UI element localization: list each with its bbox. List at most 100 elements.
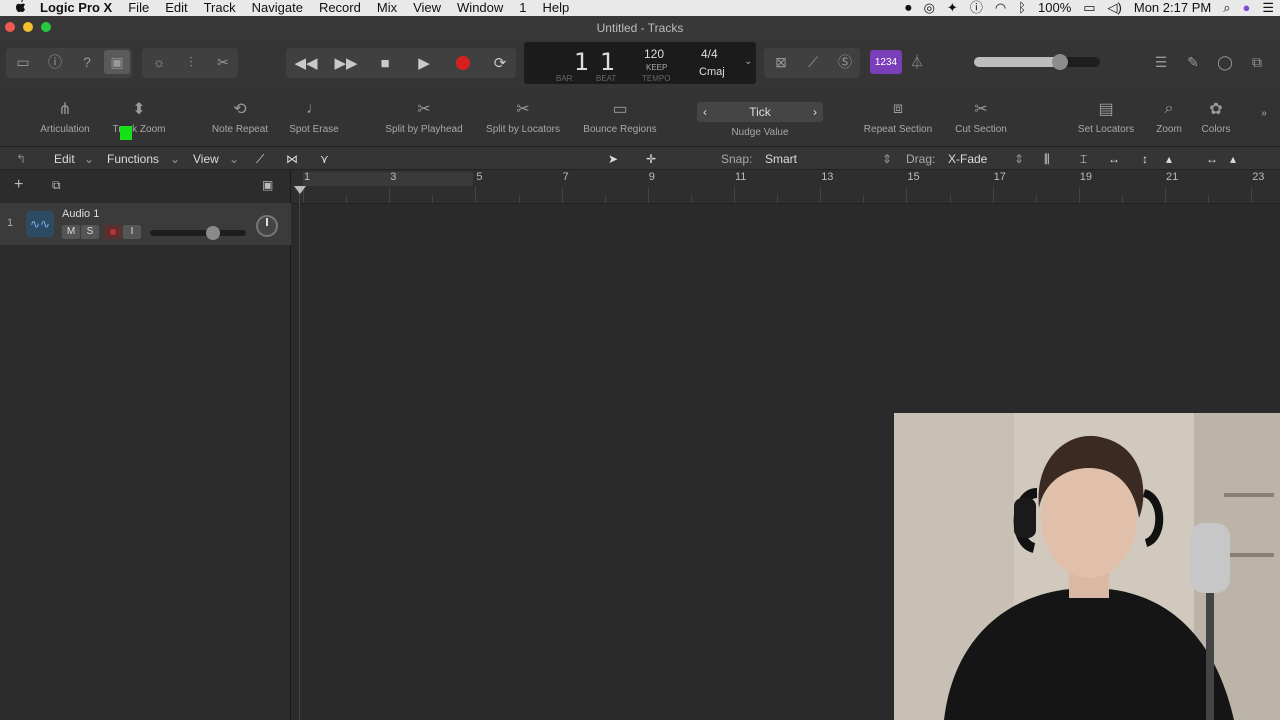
- tool-repeat-section[interactable]: ⧈ Repeat Section: [858, 94, 938, 135]
- playhead[interactable]: [299, 188, 300, 720]
- snap-value[interactable]: Smart: [765, 152, 797, 166]
- lcd-tempo-mode[interactable]: KEEP: [646, 63, 667, 72]
- waveform-zoom-icon[interactable]: ⫼: [1044, 152, 1050, 167]
- tool-track-zoom[interactable]: ⬍ Track Zoom: [108, 94, 170, 135]
- metronome-icon[interactable]: ⏃: [904, 50, 930, 74]
- count-in-button[interactable]: 1234: [870, 50, 902, 74]
- catch-icon[interactable]: ⋎: [320, 152, 329, 166]
- note-pads-icon[interactable]: ✎: [1180, 50, 1206, 74]
- back-arrow-icon[interactable]: ↰: [16, 152, 26, 166]
- cycle-button[interactable]: ⟳: [482, 49, 518, 77]
- toolbar-more-chevron-icon[interactable]: »: [1256, 108, 1272, 119]
- menu-1[interactable]: 1: [511, 0, 534, 16]
- record-button[interactable]: [445, 49, 481, 77]
- lcd-tempo[interactable]: 120: [644, 47, 664, 61]
- track-row[interactable]: 1 ∿∿ Audio 1 M S I: [0, 203, 291, 245]
- duplicate-track-icon[interactable]: ⧉: [52, 178, 61, 193]
- master-volume-slider[interactable]: [974, 54, 1100, 70]
- apple-icon[interactable]: [10, 0, 32, 16]
- creative-cloud-icon[interactable]: ◎: [918, 0, 941, 16]
- tool-spot-erase[interactable]: ♩ Spot Erase: [284, 94, 344, 135]
- editors-scissors-icon[interactable]: ✂: [210, 50, 236, 74]
- volume-icon[interactable]: ◁): [1102, 0, 1128, 16]
- cycle-area[interactable]: [303, 172, 473, 186]
- track-volume-slider[interactable]: [150, 226, 246, 240]
- view-menu[interactable]: View: [193, 152, 219, 166]
- loop-browser-icon[interactable]: ◯: [1212, 50, 1238, 74]
- automation-icon[interactable]: ⟋: [256, 152, 264, 167]
- rewind-button[interactable]: ◀◀: [288, 49, 324, 77]
- menu-navigate[interactable]: Navigate: [244, 0, 311, 16]
- battery-icon[interactable]: ▭: [1077, 0, 1101, 16]
- clock[interactable]: Mon 2:17 PM: [1128, 0, 1217, 16]
- lcd-time-signature[interactable]: 4/4: [701, 47, 718, 61]
- fast-forward-button[interactable]: ▶▶: [328, 49, 364, 77]
- record-status-icon[interactable]: ⏺: [899, 0, 918, 16]
- tool-colors[interactable]: ✿ Colors: [1196, 94, 1236, 135]
- tool-set-locators[interactable]: ▤ Set Locators: [1072, 94, 1140, 135]
- nudge-value-control[interactable]: ‹ Tick ›: [697, 102, 823, 122]
- menu-help[interactable]: Help: [535, 0, 578, 16]
- vertical-zoom-icon[interactable]: ↕: [1142, 152, 1148, 166]
- menu-mix[interactable]: Mix: [369, 0, 405, 16]
- play-button[interactable]: ▶: [406, 49, 442, 77]
- lcd-display[interactable]: 1 1 BAR BEAT 120 KEEP TEMPO 4/4 Cmaj ⌄: [524, 42, 756, 84]
- menu-app[interactable]: Logic Pro X: [32, 0, 120, 16]
- tool-note-repeat[interactable]: ⟲ Note Repeat: [206, 94, 274, 135]
- spotlight-search-icon[interactable]: ⌕: [1217, 0, 1236, 16]
- library-icon[interactable]: ▭: [10, 50, 36, 74]
- tuner-icon[interactable]: ⟋: [800, 50, 826, 74]
- siri-icon[interactable]: ●: [1236, 0, 1256, 16]
- inspector-icon[interactable]: ⓘ: [42, 50, 68, 74]
- zoom-slider-small-icon[interactable]: ▴: [1166, 152, 1172, 166]
- tool-cut-section[interactable]: ✂ Cut Section: [950, 94, 1012, 135]
- quick-help-icon[interactable]: ?: [74, 50, 100, 74]
- flex-icon[interactable]: ⋈: [286, 152, 298, 166]
- stop-button[interactable]: ■: [367, 49, 403, 77]
- record-enable-button[interactable]: [104, 225, 122, 239]
- command-tool-icon[interactable]: ✛: [646, 152, 656, 166]
- input-monitor-button[interactable]: I: [123, 225, 141, 239]
- tool-zoom[interactable]: ⌕ Zoom: [1150, 94, 1188, 135]
- menu-track[interactable]: Track: [196, 0, 244, 16]
- tool-split-by-locators[interactable]: ✂ Split by Locators: [480, 94, 566, 135]
- tool-bounce-regions[interactable]: ▭ Bounce Regions: [578, 94, 662, 135]
- menu-file[interactable]: File: [120, 0, 157, 16]
- bar-ruler[interactable]: 1 3 5 7 9 11 13 15 17 19 21 23: [291, 170, 1280, 204]
- volume-slider-knob[interactable]: [206, 226, 220, 240]
- drag-stepper-icon[interactable]: ⇕: [1014, 152, 1024, 166]
- mute-button[interactable]: M: [62, 225, 80, 239]
- solo-mode-icon[interactable]: Ⓢ: [832, 50, 858, 74]
- vertical-fit-icon[interactable]: ⌶: [1080, 152, 1087, 167]
- horizontal-zoom-icon[interactable]: ↔: [1206, 152, 1218, 166]
- drag-value[interactable]: X-Fade: [948, 152, 987, 166]
- replace-icon[interactable]: ⊠: [768, 50, 794, 74]
- snap-stepper-icon[interactable]: ⇕: [882, 152, 892, 166]
- functions-menu[interactable]: Functions: [107, 152, 159, 166]
- bluetooth-icon[interactable]: ᛒ: [1012, 0, 1032, 16]
- browsers-icon[interactable]: ⧉: [1244, 50, 1270, 74]
- wifi-icon[interactable]: ◠: [989, 0, 1012, 16]
- list-editors-icon[interactable]: ☰: [1148, 50, 1174, 74]
- edit-menu[interactable]: Edit: [54, 152, 75, 166]
- nudge-left-chevron-icon[interactable]: ‹: [703, 105, 707, 119]
- zoom-slider-large-icon[interactable]: ▴: [1230, 152, 1236, 166]
- global-tracks-icon[interactable]: ▣: [262, 178, 273, 192]
- dropbox-icon[interactable]: ✦: [941, 0, 964, 16]
- lcd-dropdown-chevron-icon[interactable]: ⌄: [744, 56, 752, 67]
- playhead-handle[interactable]: [294, 186, 306, 194]
- info-icon[interactable]: ⓘ: [964, 0, 989, 16]
- lcd-key[interactable]: Cmaj: [699, 66, 725, 78]
- horizontal-fit-icon[interactable]: ↔: [1108, 152, 1120, 166]
- pan-knob[interactable]: [256, 215, 278, 237]
- solo-button[interactable]: S: [81, 225, 99, 239]
- menu-edit[interactable]: Edit: [157, 0, 195, 16]
- smart-controls-icon[interactable]: ☼: [146, 50, 172, 74]
- nudge-right-chevron-icon[interactable]: ›: [813, 105, 817, 119]
- track-name[interactable]: Audio 1: [62, 208, 99, 220]
- mixer-icon[interactable]: ⫶: [178, 50, 204, 74]
- notification-center-icon[interactable]: ☰: [1256, 0, 1280, 16]
- tool-split-by-playhead[interactable]: ✂ Split by Playhead: [380, 94, 468, 135]
- tool-articulation[interactable]: ⋔ Articulation: [34, 94, 96, 135]
- toolbar-toggle-icon[interactable]: ▣: [104, 50, 130, 74]
